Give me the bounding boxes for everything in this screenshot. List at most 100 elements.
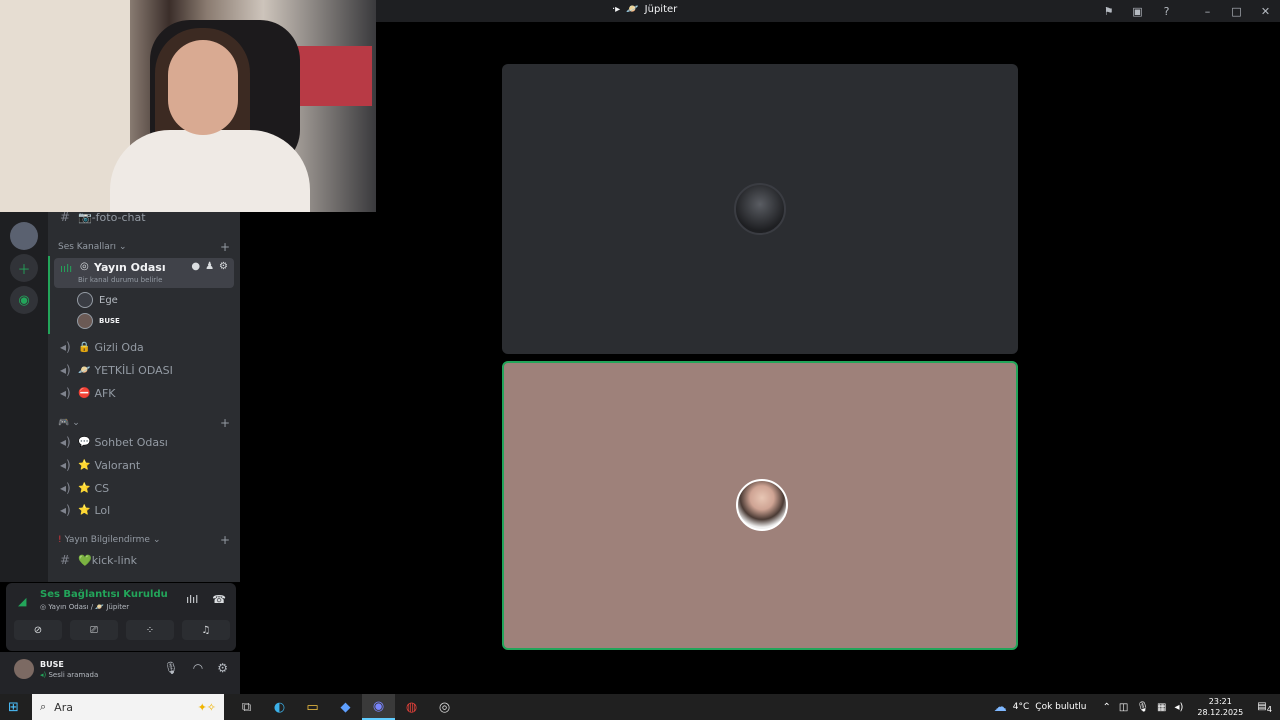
server-rail: ＋ ◉ [0,212,48,582]
channel-label: Gizli Oda [94,340,144,354]
notification-count: 4 [1266,703,1272,714]
planet-icon: 🪐 [95,603,107,611]
voice-status[interactable]: Ses Bağlantısı Kuruldu [40,589,168,600]
activities-button[interactable]: ⁘ [126,620,174,640]
file-explorer-icon[interactable]: ▭ [296,694,329,720]
username[interactable]: BUSE [40,660,64,669]
voice-active-icon: ıılı [60,262,73,275]
obs-icon[interactable]: ◎ [428,694,461,720]
add-server-icon[interactable]: ＋ [10,254,38,282]
chat-icon[interactable]: ● [191,261,200,272]
channel-label: Valorant [94,458,141,472]
channel-emoji: 🔒 [78,341,91,353]
exclamation-icon: ! [58,535,62,545]
avatar[interactable] [14,659,34,679]
yayin-bilgilendirme-category[interactable]: ! Yayın Bilgilendirme ⌄ [58,535,161,545]
hash-icon: # [60,210,71,224]
channel-yetkili-odasi[interactable]: ◂) 🪐 YETKİLİ ODASI [54,359,234,381]
title-bar-icons: ⚑ ▣ ? – □ ✕ [1094,0,1280,22]
member-name: Ege [99,294,118,306]
voice-category[interactable]: Ses Kanalları ⌄ [58,242,127,252]
noise-suppression-icon[interactable]: ılıl [186,593,198,606]
screen-icon[interactable]: ▣ [1123,0,1152,22]
speaker-icon: ◂) [60,386,71,400]
explore-icon[interactable]: ◉ [10,286,38,314]
channel-emoji: ⭐ [78,504,91,516]
voice-channel-name[interactable]: Yayın Odası / [48,603,93,611]
server-avatar[interactable] [10,222,38,250]
soundboard-button[interactable]: ♫ [182,620,230,640]
weather-desc: Çok bulutlu [1035,702,1087,712]
participant-avatar [736,479,788,531]
channel-lol[interactable]: ◂) ⭐ Lol [54,499,234,521]
minimize-icon[interactable]: – [1193,0,1222,22]
title-text: Jüpiter [644,4,678,15]
camera-off-button[interactable]: ⊘ [14,620,62,640]
chevron-down-icon: ⌄ [152,535,161,545]
category-label: 🎮 [58,418,70,428]
channel-gizli-oda[interactable]: ◂) 🔒 Gizli Oda [54,336,234,358]
taskbar-apps: ⧉ ◐ ▭ ◆ ◉ ◍ ◎ [230,694,461,720]
taskbar: ⊞ ⌕ Ara ✦✧ ⧉ ◐ ▭ ◆ ◉ ◍ ◎ ☁ 4°C Çok bulut… [0,694,1280,720]
channel-label: 💚kick-link [78,553,137,567]
add-channel-icon[interactable]: + [220,416,230,430]
flag-icon[interactable]: ⚑ [1094,0,1123,22]
screen-share-button[interactable]: ⎚ [70,620,118,640]
microphone-icon[interactable]: 🎙 [164,661,179,675]
discord-window: ·▸ 🪐 Jüpiter ⚑ ▣ ? – □ ✕ ＋ ◉ # 📷-foto-ch… [0,0,1280,694]
voice-server-name[interactable]: Jüpiter [106,603,129,611]
maximize-icon[interactable]: □ [1222,0,1251,22]
gear-icon[interactable]: ⚙ [217,661,228,675]
signal-icon[interactable]: ◢ [18,595,26,608]
close-icon[interactable]: ✕ [1251,0,1280,22]
volume-icon[interactable]: ◂) [1175,702,1184,713]
edge-icon[interactable]: ◐ [263,694,296,720]
notifications-icon[interactable]: ▤4 [1257,701,1272,714]
speaker-icon: ◂) [60,363,71,377]
gear-icon[interactable]: ⚙ [219,261,228,272]
help-icon[interactable]: ? [1152,0,1181,22]
chevron-up-icon[interactable]: ⌃ [1103,702,1111,713]
channel-valorant[interactable]: ◂) ⭐ Valorant [54,454,234,476]
add-channel-icon[interactable]: + [220,533,230,547]
network-icon[interactable]: ▦ [1157,702,1166,713]
channel-sohbet-odasi[interactable]: ◂) 💬 Sohbet Odası [54,431,234,453]
channel-emoji: 🪐 [78,364,91,376]
channel-actions: ● ♟ ⚙ [191,261,228,272]
category-label: Ses Kanalları [58,242,116,252]
windows-start-icon[interactable]: ⊞ [8,700,19,715]
microphone-icon[interactable]: 🎙 [1136,702,1149,713]
speaker-icon: ◂) [60,435,71,449]
headphones-icon[interactable]: ◠ [193,661,203,675]
clock[interactable]: 23:21 28.12.2025 [1197,696,1243,718]
add-channel-icon[interactable]: + [220,240,230,254]
voice-buttons: ⊘ ⎚ ⁘ ♫ [14,620,230,640]
channel-afk[interactable]: ◂) ⛔ AFK [54,382,234,404]
server-glyph-icon: ·▸ [612,4,621,15]
copilot-icon[interactable]: ◆ [329,694,362,720]
channel-status[interactable]: Bir kanal durumu belirle [78,276,162,284]
voice-member[interactable]: BUSE [77,313,120,329]
speaker-icon: ◂) [60,340,71,354]
camera-icon[interactable]: ◫ [1119,702,1128,713]
taskbar-search[interactable]: ⌕ Ara ✦✧ [32,694,224,720]
channel-label: Sohbet Odası [94,435,168,449]
disconnect-icon[interactable]: ☎ [212,593,226,606]
participant-tile-speaking[interactable] [502,361,1018,650]
voice-member[interactable]: Ege [77,292,118,308]
invite-icon[interactable]: ♟ [205,261,214,272]
task-view-icon[interactable]: ⧉ [230,694,263,720]
channel-yayin-odasi[interactable]: ıılı ◎ Yayın Odası Bir kanal durumu beli… [54,258,234,288]
channel-kick-link[interactable]: # 💚kick-link [54,549,234,571]
discord-icon[interactable]: ◉ [362,694,395,720]
channel-emoji: 💬 [78,436,91,448]
channel-cs[interactable]: ◂) ⭐ CS [54,477,234,499]
chrome-icon[interactable]: ◍ [395,694,428,720]
connected-indicator [48,256,50,334]
games-category[interactable]: 🎮 ⌄ [58,418,80,428]
weather-widget[interactable]: ☁ 4°C Çok bulutlu [994,700,1087,715]
user-bar: BUSE ◂) Sesli aramada 🎙 ◠ ⚙ [0,652,240,694]
participant-tile[interactable] [502,64,1018,354]
window-title: ·▸ 🪐 Jüpiter [612,4,677,15]
